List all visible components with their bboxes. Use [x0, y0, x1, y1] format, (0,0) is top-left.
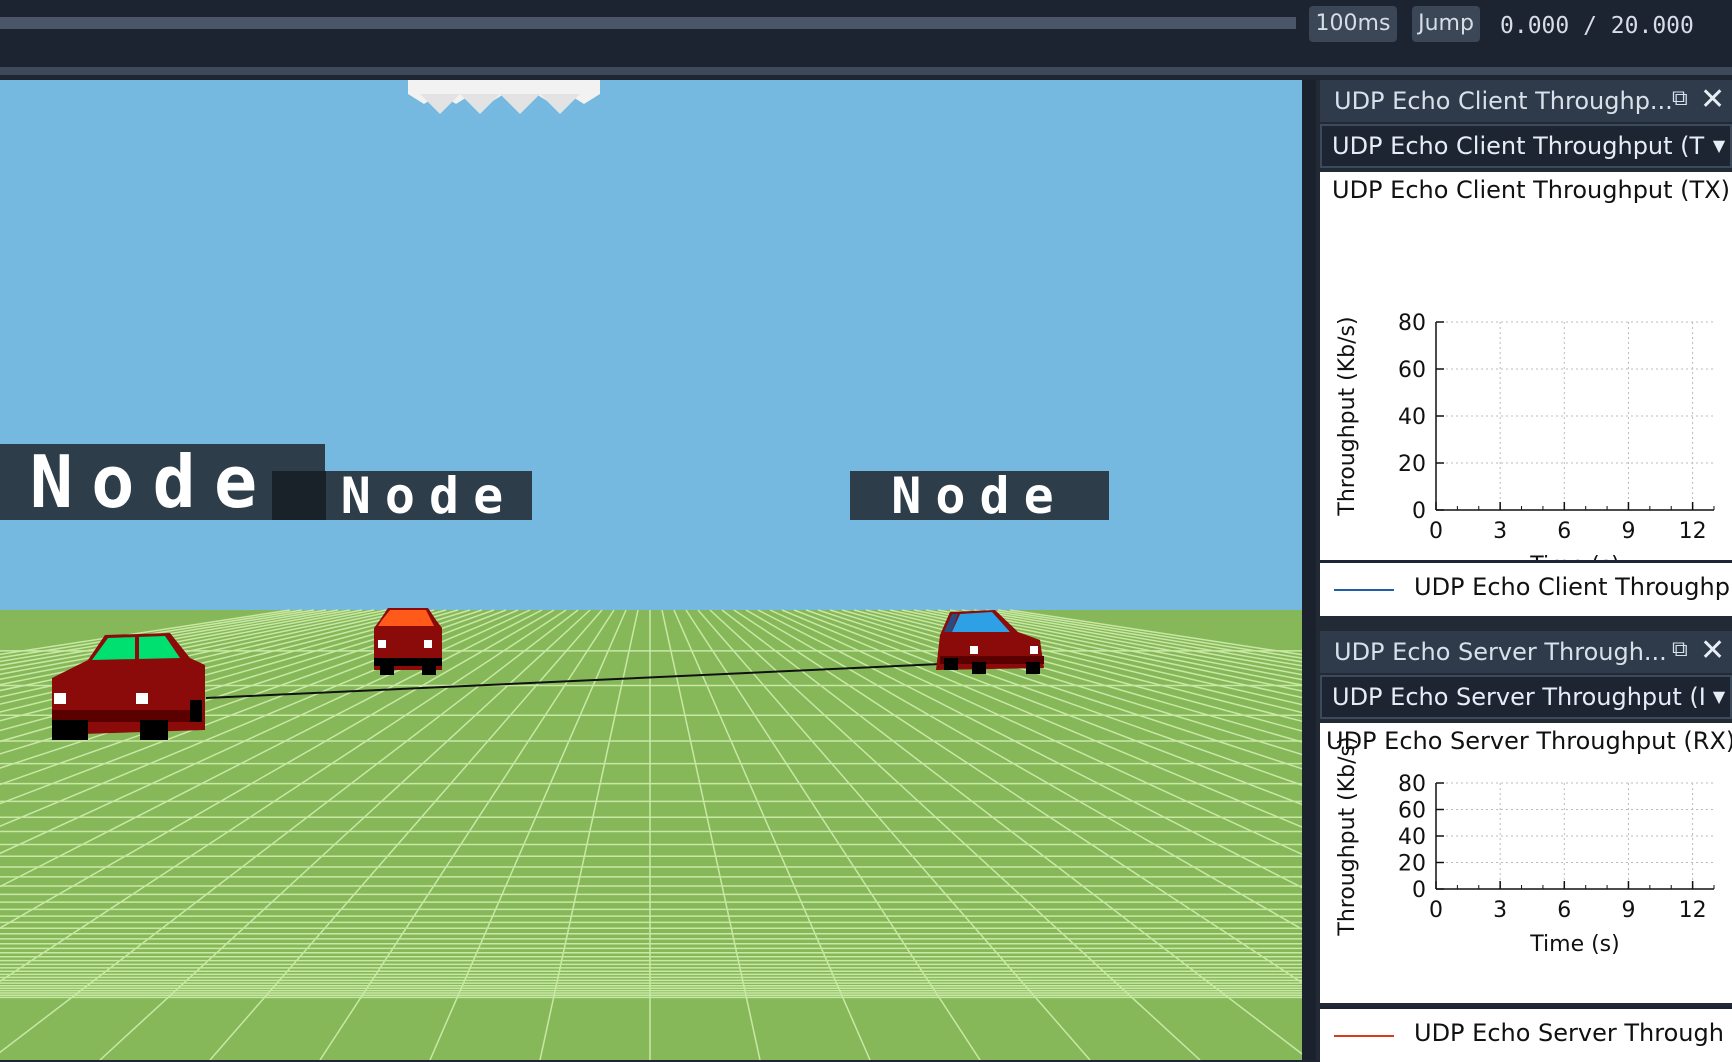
series-select[interactable]: UDP Echo Client Throughput (T ▼: [1320, 124, 1732, 168]
legend-swatch: [1334, 1035, 1394, 1037]
playback-speed-button[interactable]: 100ms: [1309, 6, 1397, 42]
chart-area: UDP Echo Server Throughput (RX) 0 3 6 9 12 0 2…: [1320, 723, 1732, 1003]
chevron-down-icon[interactable]: ▼: [1708, 126, 1730, 166]
panel-title: UDP Echo Client Throughp...: [1320, 80, 1732, 122]
cloud: [408, 80, 600, 114]
y-tick-label: 80: [1398, 311, 1426, 336]
series-select-value: UDP Echo Server Throughput (I: [1332, 683, 1706, 711]
x-tick-label: 12: [1679, 519, 1707, 544]
series-select-value: UDP Echo Client Throughput (T: [1332, 132, 1705, 160]
y-tick-label: 20: [1398, 452, 1426, 477]
vehicle-node-2[interactable]: [374, 608, 442, 675]
legend-label: UDP Echo Server Through: [1414, 1019, 1724, 1047]
legend-label: UDP Echo Client Throughp: [1414, 573, 1730, 601]
x-tick-label: 0: [1429, 519, 1443, 544]
y-tick-label: 60: [1398, 799, 1426, 824]
x-tick-label: 3: [1493, 898, 1507, 923]
x-axis-label: Time (s): [1529, 932, 1619, 957]
x-tick-label: 6: [1557, 519, 1571, 544]
scene-canvas: [0, 80, 1302, 1060]
y-tick-label: 0: [1412, 878, 1426, 903]
x-tick-label: 0: [1429, 898, 1443, 923]
time-separator: /: [1569, 13, 1611, 39]
x-tick-label: 12: [1679, 898, 1707, 923]
chart-legend: UDP Echo Client Throughp: [1320, 560, 1732, 616]
time-current: 0.000: [1500, 13, 1570, 39]
y-tick-label: 0: [1412, 499, 1426, 524]
chart-legend: UDP Echo Server Through: [1320, 1006, 1732, 1062]
jump-button[interactable]: Jump: [1412, 6, 1480, 42]
timeline-slider[interactable]: [0, 17, 1296, 29]
x-tick-label: 9: [1621, 519, 1635, 544]
dock-splitter[interactable]: [1302, 80, 1316, 1060]
panel-title: UDP Echo Server Through...: [1320, 631, 1732, 673]
chart-dock: UDP Echo Client Throughp... ⧉ ✕ UDP Echo…: [1316, 80, 1732, 1062]
x-tick-label: 9: [1621, 898, 1635, 923]
time-total: 20.000: [1610, 13, 1694, 39]
throughput-chart: 036912020406080Time (s)Throughput (Kb/s): [1335, 311, 1715, 562]
close-panel-icon[interactable]: ✕: [1700, 636, 1728, 666]
scene-viewport[interactable]: Node Node Node: [0, 80, 1302, 1060]
time-readout: 0.000 / 20.000: [1500, 8, 1694, 44]
float-panel-icon[interactable]: ⧉: [1672, 639, 1694, 661]
float-panel-icon[interactable]: ⧉: [1672, 88, 1694, 110]
y-tick-label: 60: [1398, 358, 1426, 383]
y-tick-label: 20: [1398, 852, 1426, 877]
toolbar-divider: [0, 67, 1732, 75]
chevron-down-icon[interactable]: ▼: [1708, 677, 1730, 717]
throughput-chart: 0 3 6 9 12 020406080 Time (s) Throughput (Kb/s): [1335, 736, 1715, 957]
y-axis-label: Throughput (Kb/s): [1335, 736, 1360, 936]
legend-swatch: [1334, 589, 1394, 591]
y-axis-label: Throughput (Kb/s): [1335, 316, 1360, 516]
y-tick-label: 40: [1398, 405, 1426, 430]
node-label-3: Node: [850, 471, 1109, 520]
y-tick-label: 40: [1398, 825, 1426, 850]
x-tick-label: 3: [1493, 519, 1507, 544]
series-select[interactable]: UDP Echo Server Throughput (I ▼: [1320, 675, 1732, 719]
x-tick-label: 6: [1557, 898, 1571, 923]
close-panel-icon[interactable]: ✕: [1700, 85, 1728, 115]
chart-area: UDP Echo Client Throughput (TX) 0 3 6 9 12 0 2…: [1320, 172, 1732, 562]
node-label-2: Node: [272, 471, 532, 520]
playback-toolbar: 100ms Jump 0.000 / 20.000: [0, 0, 1732, 67]
y-tick-label: 80: [1398, 772, 1426, 797]
